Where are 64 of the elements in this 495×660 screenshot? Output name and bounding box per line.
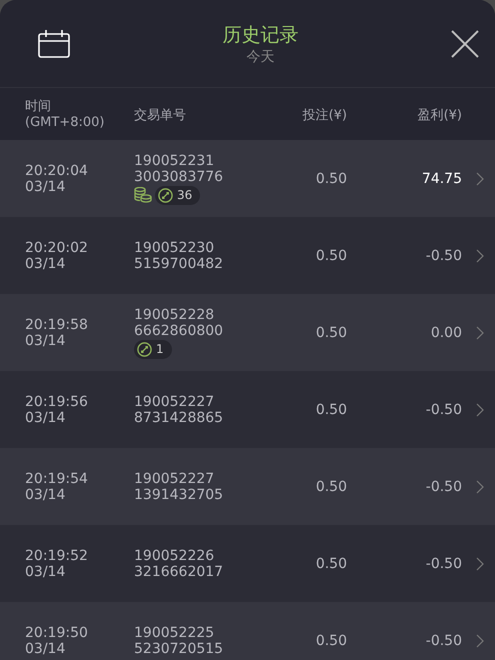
order-number: 190052231	[134, 152, 214, 168]
profit-amount: -0.50	[424, 248, 462, 264]
date-text: 03/14	[25, 640, 66, 656]
date-text: 03/14	[25, 486, 66, 502]
bet-amount: 0.50	[314, 324, 347, 340]
chevron-right-icon	[476, 326, 484, 340]
date-text: 03/14	[25, 564, 66, 580]
column-header: 投注(¥)	[302, 107, 347, 125]
order-number: 190052226	[134, 548, 214, 564]
history-row[interactable]: 20:19:54 03/14 190052227 1391432705 0.50 -0.50	[0, 448, 495, 525]
time-text: 20:19:58	[25, 316, 89, 332]
profit-amount: 0.00	[430, 324, 462, 340]
time-text: 20:19:52	[25, 548, 89, 564]
history-row[interactable]: 20:19:58 03/14 190052228 6662860800 1 0.50 0.00	[0, 294, 495, 371]
order-number: 190052228	[134, 306, 214, 322]
bet-amount: 0.50	[314, 402, 347, 418]
time-text: 20:20:02	[25, 240, 89, 256]
column-header: 时间	[25, 98, 52, 115]
page-title: 历史记录	[222, 22, 298, 48]
date-text: 03/14	[25, 332, 66, 348]
bet-amount: 0.50	[314, 248, 347, 264]
time-text: 20:20:04	[25, 162, 89, 178]
chevron-right-icon	[476, 402, 484, 416]
calendar-icon[interactable]	[38, 30, 70, 58]
order-number: 190052225	[134, 624, 214, 640]
chevron-right-icon	[476, 480, 484, 494]
order-number: 1391432705	[134, 486, 224, 502]
date-filter-label: 今天	[246, 48, 274, 66]
history-row[interactable]: 20:20:04 03/14 190052231 3003083776 36 0.50 74.75	[0, 140, 495, 217]
multiplier-badge: 36	[155, 186, 200, 204]
time-text: 20:19:54	[25, 470, 89, 486]
order-number: 3003083776	[134, 168, 224, 184]
bet-amount: 0.50	[314, 478, 347, 494]
column-header-timezone: (GMT+8:00)	[25, 115, 106, 130]
order-number: 8731428865	[134, 410, 224, 426]
bet-amount: 0.50	[314, 170, 347, 186]
profit-amount: -0.50	[424, 402, 462, 418]
order-number: 3216662017	[134, 564, 224, 580]
order-number: 190052227	[134, 394, 214, 410]
time-text: 20:19:50	[25, 624, 89, 640]
chevron-right-icon	[476, 172, 484, 186]
profit-amount: 74.75	[420, 170, 462, 186]
bet-amount: 0.50	[314, 556, 347, 572]
date-text: 03/14	[25, 256, 66, 272]
date-text: 03/14	[25, 178, 66, 194]
chevron-right-icon	[476, 634, 484, 648]
profit-amount: -0.50	[424, 632, 462, 648]
order-number: 5230720515	[134, 640, 224, 656]
close-icon[interactable]	[451, 30, 479, 58]
bet-amount: 0.50	[314, 632, 347, 648]
column-header: 交易单号	[134, 107, 187, 125]
order-number: 5159700482	[134, 256, 224, 272]
profit-amount: -0.50	[424, 478, 462, 494]
order-number: 190052230	[134, 240, 214, 256]
chevron-right-icon	[476, 556, 484, 570]
order-number: 6662860800	[134, 322, 224, 338]
column-header: 盈利(¥)	[416, 107, 462, 125]
time-text: 20:19:56	[25, 394, 89, 410]
multiplier-badge: 1	[134, 340, 172, 358]
date-text: 03/14	[25, 410, 66, 426]
history-row[interactable]: 20:19:50 03/14 190052225 5230720515 0.50 -0.50	[0, 602, 495, 660]
chevron-right-icon	[476, 248, 484, 262]
order-number: 190052227	[134, 470, 214, 486]
profit-amount: -0.50	[424, 556, 462, 572]
